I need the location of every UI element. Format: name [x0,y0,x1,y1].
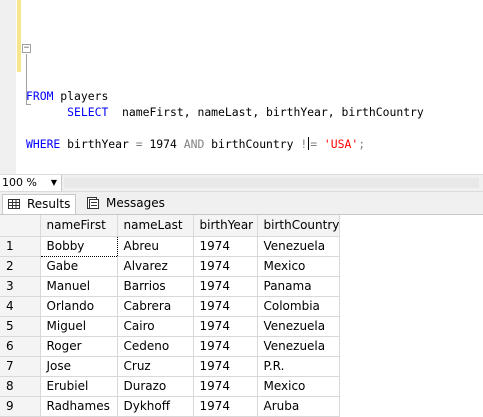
tab-messages[interactable]: Messages [82,194,166,214]
keyword-where: WHERE [26,137,61,151]
row-number[interactable]: 1 [0,236,41,257]
table-row[interactable]: 7 Jose Cruz 1974 P.R. [0,356,341,377]
query-editor[interactable]: − SELECT nameFirst, nameLast, birthYear,… [0,0,483,174]
table-cell[interactable]: Abreu [117,236,194,257]
horizontal-scrollbar[interactable] [64,178,479,188]
table-cell[interactable]: Venezuela [257,236,341,257]
table-row[interactable]: 1 Bobby Abreu 1974 Venezuela [0,235,341,257]
collapse-icon[interactable]: − [22,44,31,53]
table-cell[interactable]: Bobby [39,235,118,257]
table-cell[interactable]: Jose [40,356,118,377]
table-cell[interactable]: Mexico [257,256,341,277]
table-cell[interactable]: Venezuela [257,336,341,357]
row-number[interactable]: 2 [0,256,41,277]
table-cell[interactable]: Durazo [117,376,194,397]
column-header[interactable]: nameFirst [40,215,118,237]
row-number[interactable]: 5 [0,316,41,337]
code-line-1: − SELECT nameFirst, nameLast, birthYear,… [22,40,424,119]
row-number[interactable]: 4 [0,296,41,317]
tab-results[interactable]: Results [2,194,76,214]
table-cell[interactable]: 1974 [193,376,258,397]
table-cell[interactable]: Miguel [40,316,118,337]
table-cell[interactable]: Erubiel [40,376,118,397]
table-row[interactable]: 6 Roger Cedeno 1974 Venezuela [0,336,341,357]
table-row[interactable]: 2 Gabe Alvarez 1974 Mexico [0,256,341,277]
column-header[interactable]: birthYear [193,215,258,237]
zoom-select[interactable]: 100 % ▼ [0,175,62,191]
table-cell[interactable]: 1974 [193,396,258,417]
row-number[interactable]: 7 [0,356,41,377]
row-number[interactable]: 6 [0,336,41,357]
table-cell[interactable]: Orlando [40,296,118,317]
keyword-from: FROM [26,89,54,103]
table-cell[interactable]: Radhames [40,396,118,417]
chevron-down-icon[interactable]: ▼ [51,175,57,191]
table-cell[interactable]: Barrios [117,276,194,297]
table-cell[interactable]: 1974 [193,336,258,357]
results-grid[interactable]: nameFirst nameLast birthYear birthCountr… [0,215,483,417]
table-cell[interactable]: Cabrera [117,296,194,317]
table-cell[interactable]: Cedeno [117,336,194,357]
column-header[interactable]: birthCountry [257,215,341,237]
table-cell[interactable]: 1974 [193,296,258,317]
table-cell[interactable]: Gabe [40,256,118,277]
sql-code[interactable]: − SELECT nameFirst, nameLast, birthYear,… [22,8,424,184]
zoom-bar: 100 % ▼ [0,174,483,192]
column-header[interactable]: nameLast [117,215,194,237]
table-row[interactable]: 9 Radhames Dykhoff 1974 Aruba [0,396,341,417]
row-number[interactable]: 8 [0,376,41,397]
table-row[interactable]: 5 Miguel Cairo 1974 Venezuela [0,316,341,337]
table-cell[interactable]: Venezuela [257,316,341,337]
code-line-2: FROM players [26,88,424,104]
row-number-header[interactable] [0,215,41,237]
where-value-1: 1974 [142,137,184,151]
row-number[interactable]: 3 [0,276,41,297]
change-tracking-bar [17,0,21,72]
zoom-value: 100 % [2,176,37,189]
select-columns: nameFirst, nameLast, birthYear, birthCou… [108,105,424,119]
keyword-and: AND [183,137,205,151]
table-cell[interactable]: Dykhoff [117,396,194,417]
editor-gutter [0,0,16,174]
table-cell[interactable]: Cairo [117,316,194,337]
row-number[interactable]: 9 [0,396,41,417]
table-row[interactable]: 4 Orlando Cabrera 1974 Colombia [0,296,341,317]
header-row: nameFirst nameLast birthYear birthCountr… [0,215,341,237]
table-cell[interactable]: 1974 [193,236,258,257]
table-cell[interactable]: Manuel [40,276,118,297]
table-cell[interactable]: 1974 [193,256,258,277]
table-cell[interactable]: 1974 [193,316,258,337]
table-cell[interactable]: Colombia [257,296,341,317]
equals-operator: = [135,137,143,151]
table-name: players [53,89,109,103]
messages-icon [87,197,99,209]
table-cell[interactable]: 1974 [193,356,258,377]
where-column-1: birthYear [60,137,136,151]
tab-messages-label: Messages [106,196,165,210]
table-row[interactable]: 8 Erubiel Durazo 1974 Mexico [0,376,341,397]
table-cell[interactable]: Aruba [257,396,341,417]
table-cell[interactable]: P.R. [257,356,341,377]
results-tabs: Results Messages [0,192,483,215]
table-cell[interactable]: Cruz [117,356,194,377]
string-literal: 'USA' [323,137,359,151]
table-cell[interactable]: Alvarez [117,256,194,277]
fold-guide-end [26,104,31,105]
table-cell[interactable]: Panama [257,276,341,297]
table-cell[interactable]: Roger [40,336,118,357]
results-table: nameFirst nameLast birthYear birthCountr… [0,215,341,417]
where-column-2: birthCountry [204,137,301,151]
tab-results-label: Results [27,197,71,211]
code-line-3: WHERE birthYear = 1974 AND birthCountry … [26,136,424,152]
grid-icon [8,199,20,209]
keyword-select: SELECT [67,105,109,119]
semicolon: ; [358,137,366,151]
table-row[interactable]: 3 Manuel Barrios 1974 Panama [0,276,341,297]
not-operator: ! [300,137,308,151]
table-cell[interactable]: 1974 [193,276,258,297]
table-cell[interactable]: Mexico [257,376,341,397]
